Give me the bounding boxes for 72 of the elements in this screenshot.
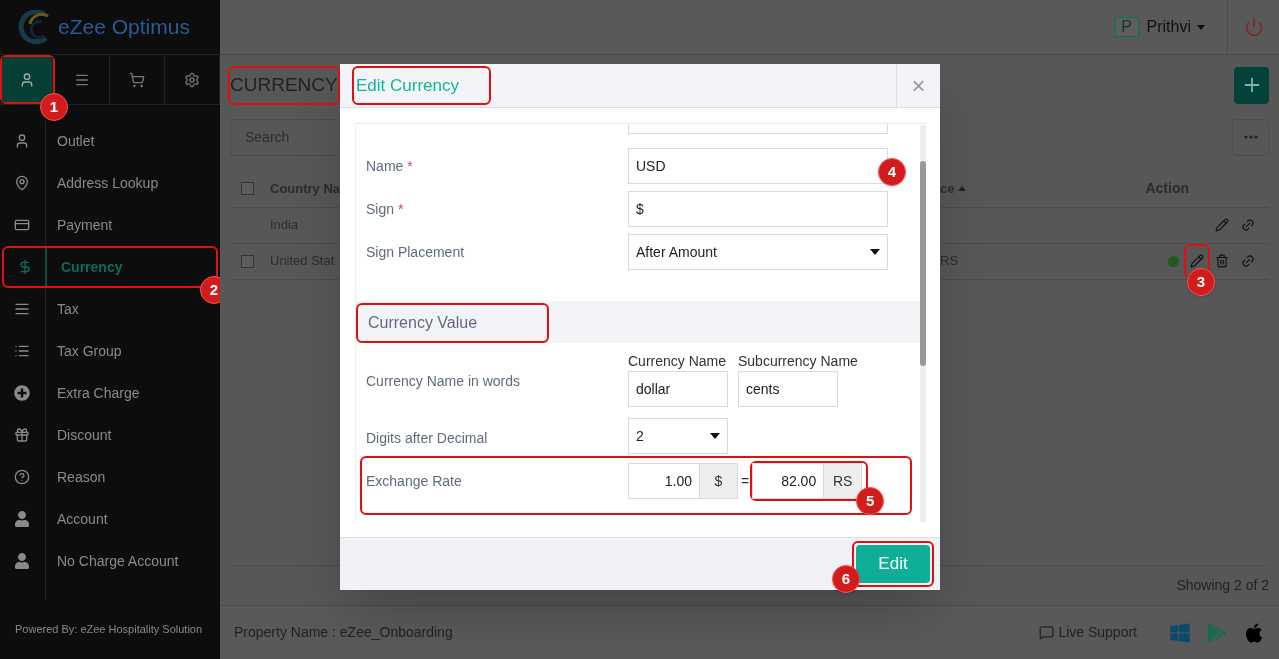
- person-icon: [13, 511, 30, 527]
- sidebar-item[interactable]: Tax Group: [0, 330, 220, 372]
- equals-sign: =: [741, 471, 750, 491]
- field-caption: Subcurrency Name: [738, 352, 858, 371]
- sidebar-item[interactable]: No Charge Account: [0, 540, 220, 582]
- modal-title: Edit Currency: [356, 74, 459, 97]
- edit-button[interactable]: [1190, 254, 1204, 268]
- field-label: Sign Placement: [365, 242, 466, 262]
- help-icon: [13, 469, 30, 485]
- sidebar-item[interactable]: Address Lookup: [0, 162, 220, 204]
- more-button[interactable]: [1232, 118, 1269, 156]
- currency-addon: RS: [824, 463, 863, 499]
- sort-icon: [958, 186, 967, 191]
- input-field[interactable]: $: [628, 191, 888, 227]
- sidebar-item[interactable]: Extra Charge: [0, 372, 220, 414]
- caret-icon: [710, 433, 720, 439]
- power-icon: [1243, 17, 1264, 37]
- field-label: Digits after Decimal: [365, 428, 489, 448]
- list-icon: [13, 343, 30, 359]
- chat-icon: [1039, 625, 1055, 640]
- field-caption: Currency Name: [628, 352, 728, 371]
- powered-by-text: Powered By: eZee Hospitality Solution: [15, 622, 203, 638]
- field-label: Exchange Rate: [365, 471, 463, 491]
- caret-icon: [1197, 24, 1205, 30]
- field-label: Sign *: [365, 199, 405, 219]
- input-field[interactable]: cents: [738, 371, 838, 407]
- sidebar-item[interactable]: Payment: [0, 204, 220, 246]
- step-badge: 3: [1187, 268, 1215, 296]
- select-field[interactable]: After Amount: [628, 234, 888, 270]
- section-heading: Currency Value: [368, 314, 479, 331]
- currency-addon: $: [700, 463, 738, 499]
- delete-button[interactable]: [1215, 254, 1229, 268]
- user-initial: P: [1114, 17, 1139, 37]
- step-badge: 5: [856, 487, 885, 515]
- add-button[interactable]: [1234, 66, 1269, 104]
- field-label: Currency Name in words: [365, 372, 522, 391]
- step-badge: 2: [200, 276, 220, 304]
- apple-icon[interactable]: [1243, 621, 1265, 644]
- gift-icon: [13, 427, 30, 443]
- step-badge: 4: [878, 158, 906, 186]
- checkbox[interactable]: [241, 182, 254, 195]
- input-field[interactable]: USD: [628, 148, 888, 184]
- cart-icon: [129, 71, 145, 88]
- edit-button[interactable]: [1215, 218, 1229, 232]
- input-field[interactable]: dollar: [628, 371, 728, 407]
- link-button[interactable]: [1241, 218, 1255, 232]
- step-badge: 6: [832, 565, 860, 593]
- input-field[interactable]: 1.00: [628, 463, 700, 499]
- field-label: Name *: [365, 156, 414, 176]
- lines-icon: [13, 301, 30, 317]
- pencil-icon: [1215, 218, 1229, 232]
- link-button[interactable]: [1241, 254, 1255, 268]
- more-icon: [1243, 135, 1258, 139]
- caret-icon: [870, 249, 880, 255]
- step-badge: 1: [40, 93, 68, 121]
- input-field[interactable]: 82.00: [752, 463, 825, 499]
- windows-icon[interactable]: [1169, 621, 1191, 644]
- brand-name: eZee Optimus: [58, 14, 190, 41]
- select-field[interactable]: 2: [628, 418, 728, 454]
- person-icon: [13, 553, 30, 569]
- user-icon: [19, 71, 35, 88]
- sidebar-item[interactable]: Account: [0, 498, 220, 540]
- sidebar-item[interactable]: Outlet: [0, 120, 220, 162]
- pencil-icon: [1190, 254, 1204, 268]
- sidebar-item[interactable]: Reason: [0, 456, 220, 498]
- settings-icon: [184, 71, 200, 88]
- sidebar-item[interactable]: Discount: [0, 414, 220, 456]
- map-pin-icon: [13, 175, 30, 191]
- input-field[interactable]: [628, 124, 888, 134]
- credit-card-icon: [13, 217, 30, 233]
- trash-icon: [1215, 254, 1229, 268]
- checkbox[interactable]: [241, 254, 254, 268]
